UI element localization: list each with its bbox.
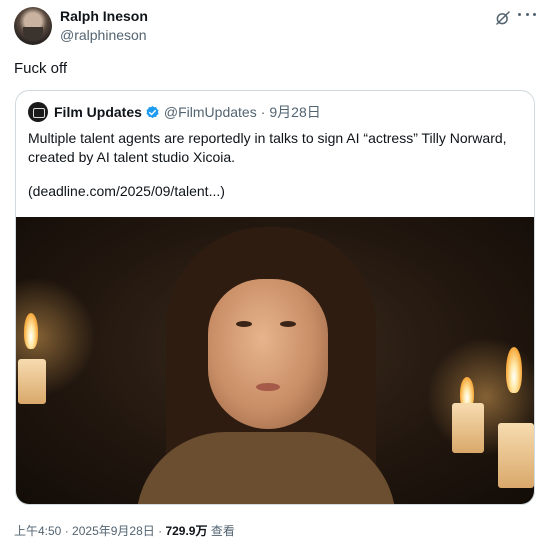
quoted-avatar[interactable] <box>28 102 48 122</box>
quoted-date[interactable]: 9月28日 <box>269 102 320 122</box>
author-name[interactable]: Ralph Ineson <box>60 8 148 24</box>
quoted-author-handle[interactable]: @FilmUpdates <box>164 104 257 120</box>
tweet-date[interactable]: 2025年9月28日 <box>72 524 155 538</box>
tweet-header: Ralph Ineson @ralphineson <box>14 7 536 47</box>
portrait-face <box>208 279 328 429</box>
more-icon[interactable] <box>518 13 536 19</box>
author-handle[interactable]: @ralphineson <box>60 27 147 43</box>
quoted-text: Multiple talent agents are reportedly in… <box>28 130 507 165</box>
views-label: 查看 <box>210 524 235 538</box>
views-count: 729.9万 <box>165 524 208 538</box>
tweet-time[interactable]: 上午4:50 <box>14 524 61 538</box>
quoted-author-name[interactable]: Film Updates <box>54 104 142 120</box>
avatar-beard <box>23 27 43 41</box>
quoted-header: Film Updates @FilmUpdates · 9月28日 <box>28 102 321 122</box>
quoted-image[interactable] <box>16 217 534 504</box>
separator-dot: · <box>158 524 163 538</box>
grok-icon[interactable] <box>494 9 512 27</box>
verified-badge-icon <box>146 105 159 118</box>
tweet-text: Fuck off <box>14 60 68 77</box>
quoted-link: (deadline.com/2025/09/talent...) <box>28 183 225 199</box>
separator-dot: · <box>64 524 69 538</box>
quoted-tweet[interactable]: Film Updates @FilmUpdates · 9月28日 Multip… <box>15 90 535 505</box>
tweet-meta: 上午4:50 · 2025年9月28日 · 729.9万 查看 <box>14 522 235 539</box>
avatar[interactable] <box>14 7 52 45</box>
separator-dot: · <box>260 104 266 120</box>
